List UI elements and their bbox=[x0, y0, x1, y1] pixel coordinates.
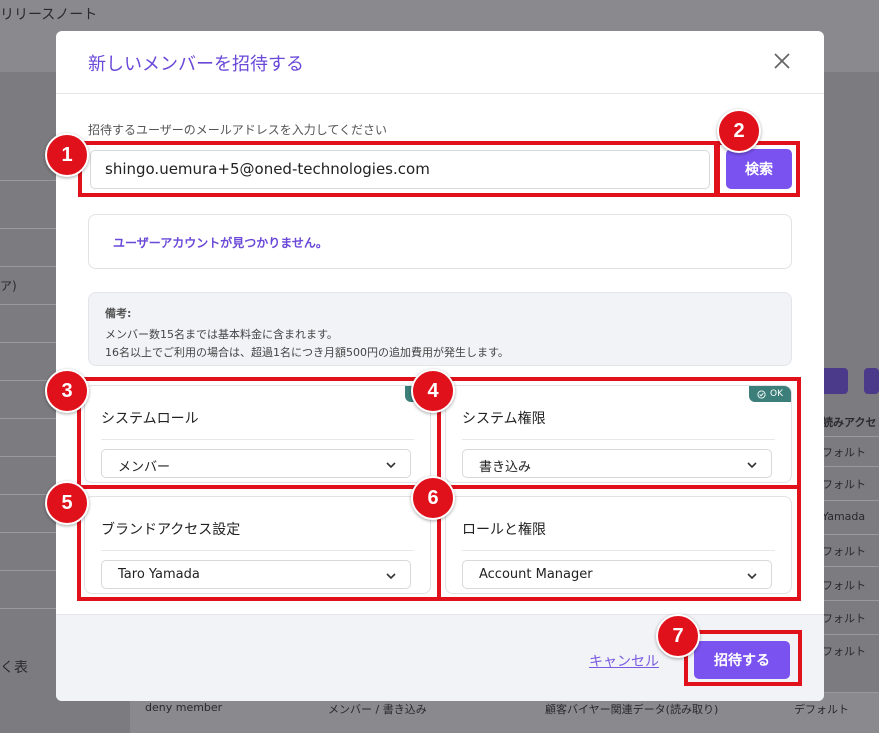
chevron-down-icon bbox=[386, 462, 396, 469]
select-value: メンバー bbox=[118, 460, 171, 475]
card-title: ブランドアクセス設定 bbox=[101, 522, 241, 538]
background-cell: フォルト bbox=[822, 612, 866, 625]
role-permission-select[interactable]: Account Manager bbox=[462, 560, 772, 589]
background-cell: フォルト bbox=[822, 645, 866, 658]
divider bbox=[824, 500, 879, 501]
system-role-select[interactable]: メンバー bbox=[101, 449, 411, 478]
system-permission-card: OK システム権限 書き込み bbox=[445, 385, 792, 483]
background-cell: フォルト bbox=[822, 545, 866, 558]
background-cell: deny member bbox=[145, 701, 223, 714]
note-line: メンバー数15名までは基本料金に含まれます。 bbox=[105, 328, 338, 341]
background-cell: Yamada bbox=[822, 510, 866, 523]
background-sidebar-text: く表 bbox=[0, 660, 28, 676]
cancel-button[interactable]: キャンセル bbox=[589, 651, 659, 671]
divider bbox=[0, 266, 56, 267]
chevron-down-icon bbox=[386, 573, 396, 580]
user-not-found-message: ユーザーアカウントが見つかりません。 bbox=[88, 214, 792, 269]
dialog-header: 新しいメンバーを招待する bbox=[56, 31, 824, 94]
divider bbox=[462, 550, 775, 551]
annotation-marker-6: 6 bbox=[411, 476, 455, 520]
note-box: 備考: メンバー数15名までは基本料金に含まれます。 16名以上でご利用の場合は… bbox=[88, 292, 792, 366]
annotation-marker-4: 4 bbox=[411, 369, 455, 413]
divider bbox=[0, 180, 56, 181]
email-label: 招待するユーザーのメールアドレスを入力してください bbox=[88, 123, 388, 137]
chevron-down-icon bbox=[747, 462, 757, 469]
invite-button[interactable]: 招待する bbox=[694, 641, 790, 679]
background-title: リリースノート bbox=[0, 7, 98, 23]
invite-member-dialog: 新しいメンバーを招待する 招待するユーザーのメールアドレスを入力してください s… bbox=[56, 31, 824, 701]
divider bbox=[0, 304, 56, 305]
status-badge: OK bbox=[749, 386, 791, 402]
divider bbox=[0, 532, 56, 533]
divider bbox=[0, 418, 56, 419]
divider bbox=[824, 566, 879, 567]
background-cell: フォルト bbox=[822, 446, 866, 459]
divider bbox=[0, 456, 56, 457]
close-icon bbox=[774, 53, 790, 69]
select-value: Taro Yamada bbox=[118, 567, 200, 582]
system-permission-select[interactable]: 書き込み bbox=[462, 449, 772, 478]
background-cell: フォルト bbox=[822, 579, 866, 592]
background-cell: メンバー / 書き込み bbox=[328, 703, 427, 716]
divider bbox=[0, 342, 56, 343]
divider bbox=[0, 570, 56, 571]
divider bbox=[101, 550, 414, 551]
background-cell: フォルト bbox=[822, 478, 866, 491]
divider bbox=[824, 466, 879, 467]
annotation-marker-1: 1 bbox=[45, 133, 89, 177]
background-cell: デフォルト bbox=[794, 703, 849, 716]
divider bbox=[824, 600, 879, 601]
divider bbox=[462, 439, 775, 440]
divider bbox=[824, 436, 879, 437]
card-title: ロールと権限 bbox=[462, 522, 546, 538]
select-value: Account Manager bbox=[479, 567, 593, 582]
brand-access-select[interactable]: Taro Yamada bbox=[101, 560, 411, 589]
system-role-card: システムロール メンバー bbox=[84, 385, 431, 483]
background-cell: 顧客バイヤー関連データ(読み取り) bbox=[545, 703, 719, 716]
check-circle-icon bbox=[757, 389, 766, 399]
background-sidebar-text: ア) bbox=[0, 279, 17, 293]
annotation-marker-2: 2 bbox=[717, 109, 761, 153]
badge-text: OK bbox=[770, 389, 783, 399]
note-title: 備考: bbox=[105, 307, 132, 320]
divider bbox=[0, 228, 56, 229]
role-permission-card: ロールと権限 Account Manager bbox=[445, 496, 792, 594]
close-button[interactable] bbox=[770, 49, 794, 73]
annotation-marker-7: 7 bbox=[656, 614, 700, 658]
divider bbox=[824, 634, 879, 635]
divider bbox=[824, 534, 879, 535]
background-column-header: 読みアクセ bbox=[822, 416, 877, 429]
annotation-marker-3: 3 bbox=[45, 369, 89, 413]
annotation-marker-5: 5 bbox=[45, 481, 89, 525]
note-line: 16名以上でご利用の場合は、超過1名につき月額500円の追加費用が発生します。 bbox=[105, 346, 509, 359]
chevron-down-icon bbox=[747, 573, 757, 580]
card-title: システム権限 bbox=[462, 411, 546, 427]
search-button[interactable]: 検索 bbox=[726, 149, 792, 189]
not-found-text: ユーザーアカウントが見つかりません。 bbox=[113, 236, 328, 250]
divider bbox=[0, 608, 56, 609]
background-button bbox=[864, 368, 879, 394]
select-value: 書き込み bbox=[479, 460, 532, 475]
brand-access-card: ブランドアクセス設定 Taro Yamada bbox=[84, 496, 431, 594]
dialog-footer: キャンセル 招待する bbox=[56, 614, 824, 701]
divider bbox=[101, 439, 414, 440]
email-input[interactable]: shingo.uemura+5@oned-technologies.com bbox=[90, 150, 710, 189]
dialog-title: 新しいメンバーを招待する bbox=[88, 54, 304, 75]
card-title: システムロール bbox=[101, 411, 199, 427]
